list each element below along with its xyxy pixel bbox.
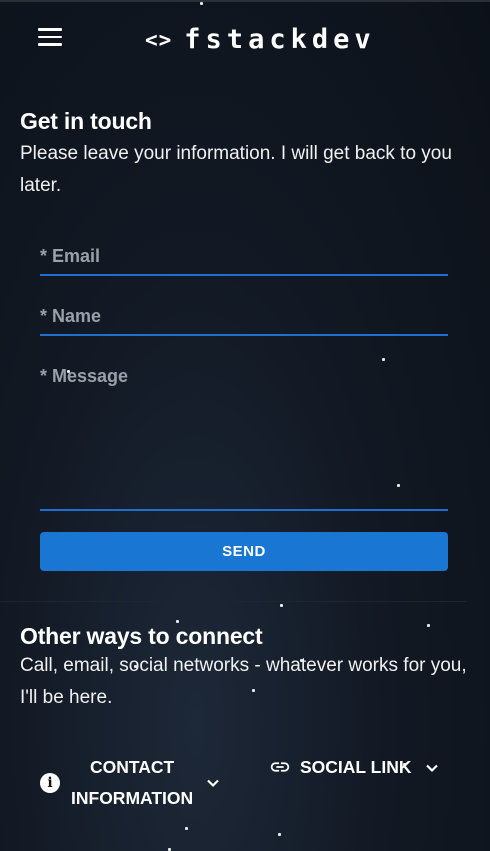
email-label: * Email [40,246,101,266]
brand-logo[interactable]: <> fstackdev [145,24,376,55]
contact-form-title: Get in touch [20,108,152,134]
contact-form-subtitle: Please leave your information. I will ge… [20,143,452,196]
contact-information-label-line1: CONTACT [89,757,175,777]
message-field[interactable]: * Message [40,350,448,511]
info-icon: i [40,773,60,793]
code-brackets-icon: <> [145,27,173,52]
chevron-down-icon [425,764,438,773]
app-header: <> fstackdev [0,2,490,72]
name-label: * Name [40,306,102,326]
section-divider [0,601,466,602]
other-ways-subtitle: Call, email, social networks - whatever … [20,655,467,708]
star [280,604,283,607]
star [427,624,430,627]
star [185,827,188,830]
other-ways-title: Other ways to connect [20,623,263,649]
social-link-toggle[interactable]: SOCIAL LINK [269,752,440,783]
contact-information-label-line2: INFORMATION [71,788,194,808]
chevron-down-icon [207,779,219,788]
email-field[interactable]: * Email [40,230,448,276]
contact-information-toggle[interactable]: i CONTACT INFORMATION [40,752,221,814]
brand-name: fstackdev [184,24,376,55]
star [278,833,281,836]
link-icon [270,762,290,772]
social-link-label: SOCIAL LINK [300,757,412,777]
name-field[interactable]: * Name [40,290,448,336]
message-label: * Message [40,366,129,386]
send-button[interactable]: SEND [40,532,448,571]
hamburger-menu-icon[interactable] [38,28,62,48]
